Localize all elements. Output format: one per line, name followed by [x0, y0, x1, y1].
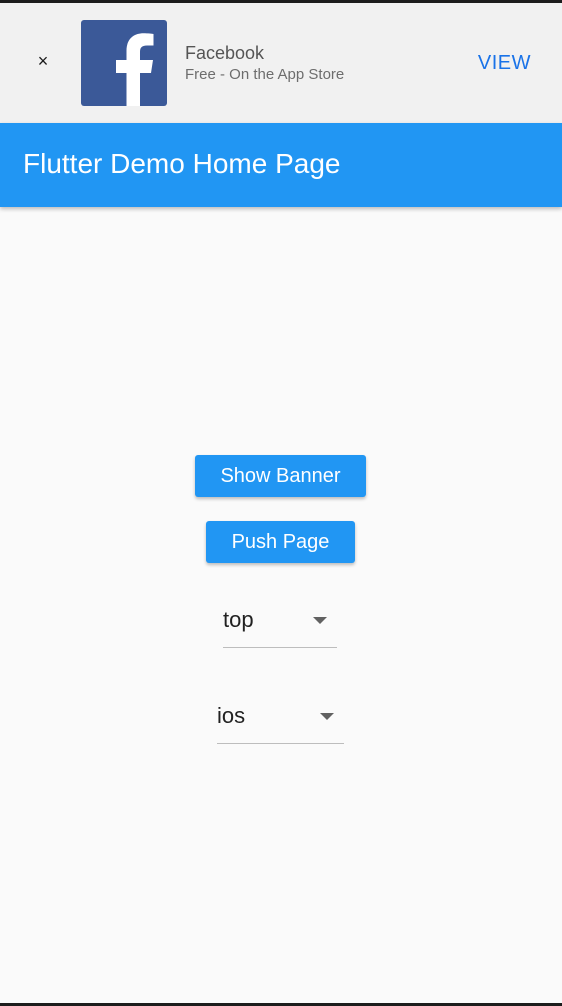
facebook-logo-icon[interactable]: [81, 20, 167, 106]
ad-subtitle: Free - On the App Store: [185, 66, 345, 83]
dropdown-arrow-icon: [313, 617, 327, 624]
app-screen: × Facebook Free - On the App Store VIEW …: [0, 3, 562, 1003]
dropdown-selected-value: top: [223, 607, 254, 632]
page-title: Flutter Demo Home Page: [23, 148, 341, 179]
ad-banner: × Facebook Free - On the App Store VIEW: [0, 3, 562, 123]
push-page-button[interactable]: Push Page: [206, 521, 355, 563]
close-icon[interactable]: ×: [33, 51, 53, 71]
show-banner-button[interactable]: Show Banner: [195, 455, 366, 497]
dropdown-arrow-icon: [320, 713, 334, 720]
banner-position-dropdown[interactable]: top: [223, 601, 337, 648]
platform-dropdown[interactable]: ios: [217, 697, 344, 744]
ad-view-button[interactable]: VIEW: [478, 52, 531, 75]
dropdown-selected-value: ios: [217, 703, 246, 728]
ad-app-name: Facebook: [185, 43, 265, 63]
app-bar: Flutter Demo Home Page: [0, 123, 562, 207]
